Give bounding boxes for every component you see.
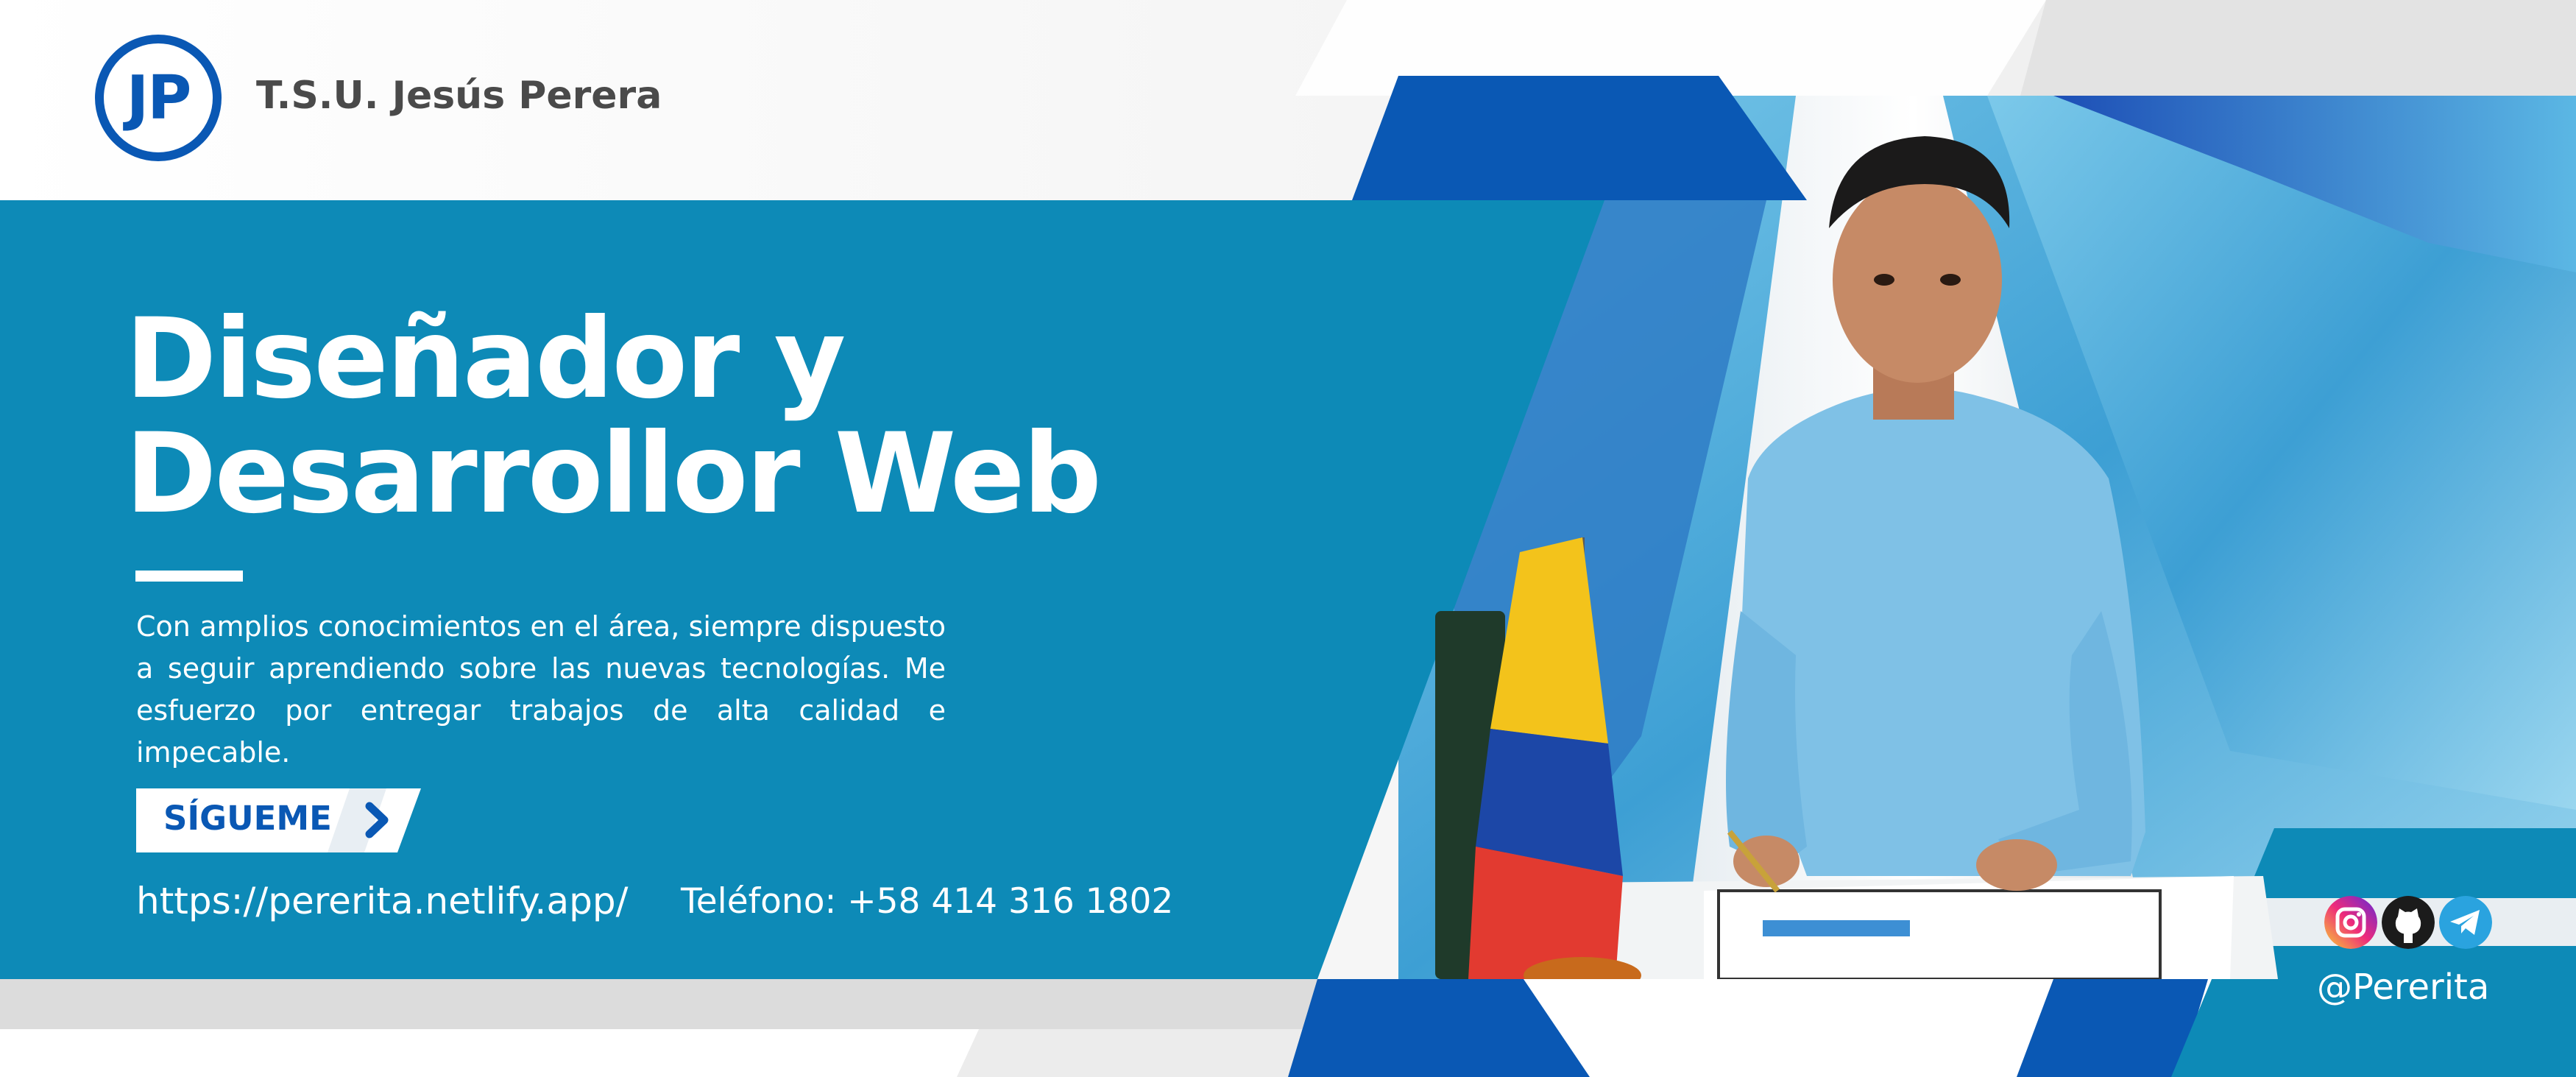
website-link[interactable]: https://pererita.netlify.app/ xyxy=(136,880,628,922)
follow-button-label: SÍGUEME xyxy=(163,799,332,838)
chevron-right-icon xyxy=(365,802,389,838)
headline-line-1: Diseñador y xyxy=(125,295,846,423)
logo: JP xyxy=(95,35,222,161)
brand-name: T.S.U. Jesús Perera xyxy=(256,74,662,118)
portrait-photo xyxy=(1435,136,2278,979)
divider xyxy=(135,571,243,582)
headline-line-2: Desarrollor Web xyxy=(125,410,1102,538)
follow-button[interactable]: SÍGUEME xyxy=(136,788,421,852)
social-handle: @Pererita xyxy=(2317,967,2490,1008)
phone-number: Teléfono: +58 414 316 1802 xyxy=(681,881,1174,922)
headline: Diseñador y Desarrollor Web xyxy=(125,302,1119,532)
instagram-icon[interactable] xyxy=(2324,896,2377,949)
github-icon[interactable] xyxy=(2382,896,2435,949)
description-text: Con amplios conocimientos en el área, si… xyxy=(136,610,946,769)
telegram-icon[interactable] xyxy=(2439,896,2492,949)
